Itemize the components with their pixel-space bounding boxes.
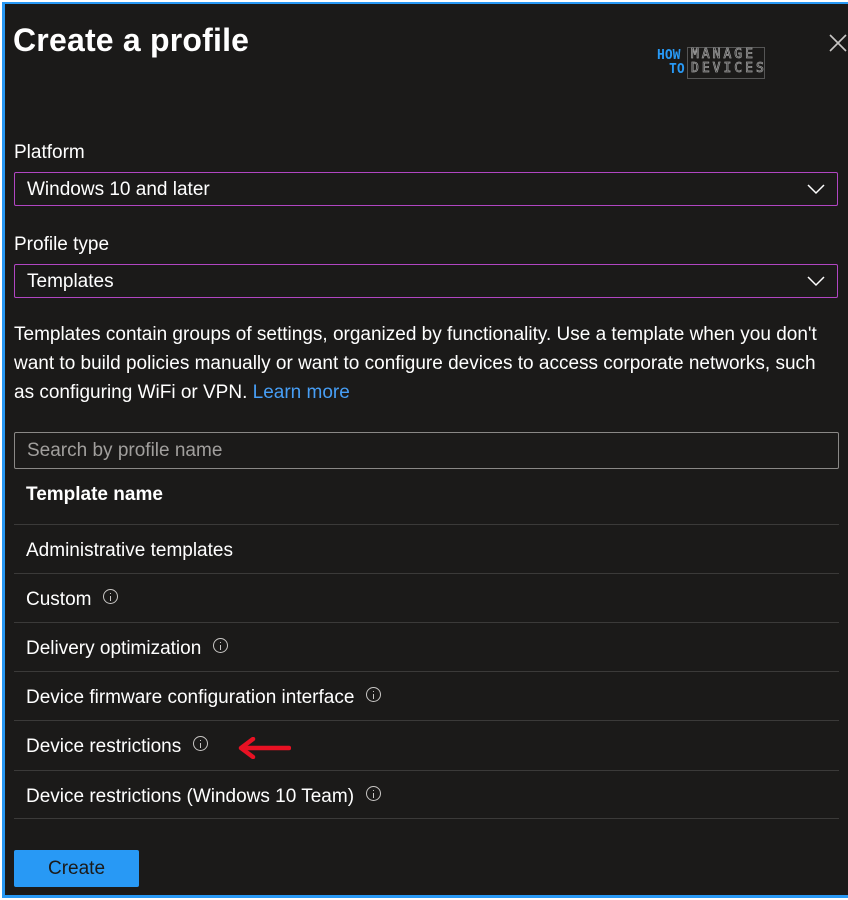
how-to-manage-devices-logo: HOW TO MANAGE DEVICES <box>657 47 769 85</box>
create-profile-panel: Create a profile HOW TO MANAGE DEVICES P… <box>2 2 848 898</box>
platform-value: Windows 10 and later <box>27 179 210 200</box>
template-name-text: Device restrictions (Windows 10 Team) <box>26 786 355 807</box>
table-row[interactable]: Delivery optimization <box>14 622 839 671</box>
table-row[interactable]: Device restrictions (Windows 10 Team) <box>14 770 839 819</box>
template-name-text: Device restrictions <box>26 736 182 757</box>
template-name-column-header: Template name <box>26 484 163 505</box>
profile-type-value: Templates <box>27 271 114 292</box>
create-button[interactable]: Create <box>14 850 139 887</box>
chevron-down-icon <box>807 276 825 287</box>
profile-type-label: Profile type <box>14 234 110 255</box>
logo-box: MANAGE DEVICES <box>687 47 765 79</box>
platform-label: Platform <box>14 142 85 163</box>
close-icon[interactable] <box>827 32 848 54</box>
template-name: Device restrictions (Windows 10 Team) <box>26 786 382 808</box>
search-input[interactable] <box>14 432 839 469</box>
learn-more-link[interactable]: Learn more <box>253 382 350 403</box>
template-name: Device restrictions <box>26 736 209 758</box>
template-name: Administrative templates <box>26 540 233 562</box>
template-name-text: Delivery optimization <box>26 638 202 659</box>
logo-text-how: HOW <box>657 48 681 63</box>
table-row[interactable]: Device firmware configuration interface <box>14 671 839 720</box>
template-name: Device firmware configuration interface <box>26 687 382 709</box>
info-icon[interactable] <box>366 786 382 801</box>
description-text: Templates contain groups of settings, or… <box>14 324 817 403</box>
table-row-device-restrictions[interactable]: Device restrictions <box>14 720 839 769</box>
template-name-text: Administrative templates <box>26 540 233 561</box>
template-name-text: Custom <box>26 589 92 610</box>
info-icon[interactable] <box>103 589 119 604</box>
template-name: Delivery optimization <box>26 638 229 660</box>
info-icon[interactable] <box>366 687 382 702</box>
info-icon[interactable] <box>213 638 229 653</box>
template-name: Custom <box>26 589 119 611</box>
logo-text-manage: MANAGE <box>691 47 756 62</box>
arrow-left-icon <box>238 737 291 759</box>
profile-type-dropdown[interactable]: Templates <box>14 264 838 298</box>
page-title: Create a profile <box>13 22 250 58</box>
templates-description: Templates contain groups of settings, or… <box>14 320 840 407</box>
table-row[interactable]: Custom <box>14 573 839 622</box>
logo-text-to: TO <box>669 62 685 77</box>
info-icon[interactable] <box>193 736 209 751</box>
platform-dropdown[interactable]: Windows 10 and later <box>14 172 838 206</box>
table-row[interactable]: Administrative templates <box>14 524 839 573</box>
chevron-down-icon <box>807 184 825 195</box>
logo-text-devices: DEVICES <box>691 61 767 76</box>
template-name-text: Device firmware configuration interface <box>26 687 355 708</box>
